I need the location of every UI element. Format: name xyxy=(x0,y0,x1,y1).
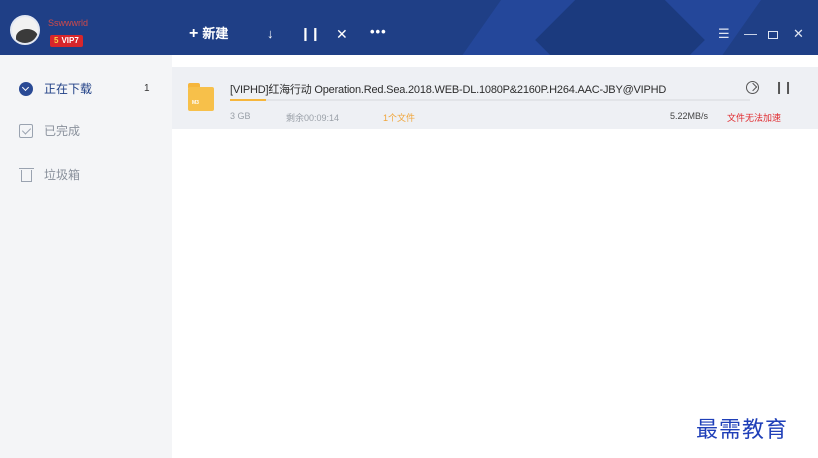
more-icon: ••• xyxy=(370,24,387,39)
acceleration-status: 文件无法加速 xyxy=(727,113,782,123)
download-circle-icon xyxy=(19,82,33,96)
folder-tag: M3 xyxy=(192,100,199,106)
arrow-down-icon: ↓ xyxy=(267,26,274,41)
username[interactable]: Sswwwrld xyxy=(48,18,88,28)
watermark: 最需教育 xyxy=(696,418,789,443)
checkbox-icon xyxy=(19,124,33,138)
close-icon: ✕ xyxy=(793,26,804,41)
avatar[interactable] xyxy=(10,15,40,45)
sidebar-item-label: 垃圾箱 xyxy=(44,168,81,182)
download-speed: 5.22MB/s xyxy=(670,111,709,121)
close-icon: ✕ xyxy=(336,26,348,42)
vip-level: 5 xyxy=(54,36,59,45)
minimize-button[interactable]: — xyxy=(744,26,757,42)
progress-fill xyxy=(230,99,267,101)
plus-icon: + xyxy=(189,25,199,42)
maximize-button[interactable] xyxy=(768,31,778,39)
vip-badge[interactable]: 5 VIP7 xyxy=(50,35,83,47)
delete-button[interactable]: ✕ xyxy=(336,26,348,42)
pause-button[interactable]: ❙❙ xyxy=(300,26,321,42)
trash-icon xyxy=(19,168,34,182)
sidebar-item-label: 已完成 xyxy=(44,124,81,138)
file-size: 3 GB xyxy=(230,111,251,121)
sidebar-item-trash[interactable]: 垃圾箱 xyxy=(0,157,172,193)
task-row[interactable]: M3 [VIPHD]红海行动 Operation.Red.Sea.2018.WE… xyxy=(172,67,818,129)
progress-bar xyxy=(230,99,750,101)
task-name: [VIPHD]红海行动 Operation.Red.Sea.2018.WEB-D… xyxy=(230,84,667,96)
file-count[interactable]: 1个文件 xyxy=(383,111,415,124)
start-download-button[interactable]: ↓ xyxy=(267,26,274,42)
sidebar-item-downloading[interactable]: 正在下载 1 xyxy=(0,71,172,107)
more-button[interactable]: ••• xyxy=(370,24,387,40)
time-remaining: 剩余00:09:14 xyxy=(286,113,340,123)
sidebar-item-completed[interactable]: 已完成 xyxy=(0,113,172,149)
open-folder-icon[interactable] xyxy=(746,81,759,94)
menu-icon: ☰ xyxy=(718,26,730,41)
pause-icon[interactable]: ❙❙ xyxy=(774,80,793,94)
download-count: 1 xyxy=(144,83,150,94)
menu-button[interactable]: ☰ xyxy=(718,26,730,42)
vip-label: VIP7 xyxy=(61,36,79,45)
minimize-icon: — xyxy=(744,26,757,41)
sidebar-item-label: 正在下载 xyxy=(44,82,93,96)
new-task-label: 新建 xyxy=(202,26,229,41)
folder-icon: M3 xyxy=(188,83,214,111)
title-bar: Sswwwrld 5 VIP7 + 新建 ↓ ❙❙ ✕ ••• ☰ — ✕ xyxy=(0,0,818,55)
sidebar: 正在下载 1 已完成 垃圾箱 xyxy=(0,55,172,458)
pause-icon: ❙❙ xyxy=(300,26,321,41)
close-window-button[interactable]: ✕ xyxy=(793,26,804,42)
new-task-button[interactable]: + 新建 xyxy=(189,26,228,42)
